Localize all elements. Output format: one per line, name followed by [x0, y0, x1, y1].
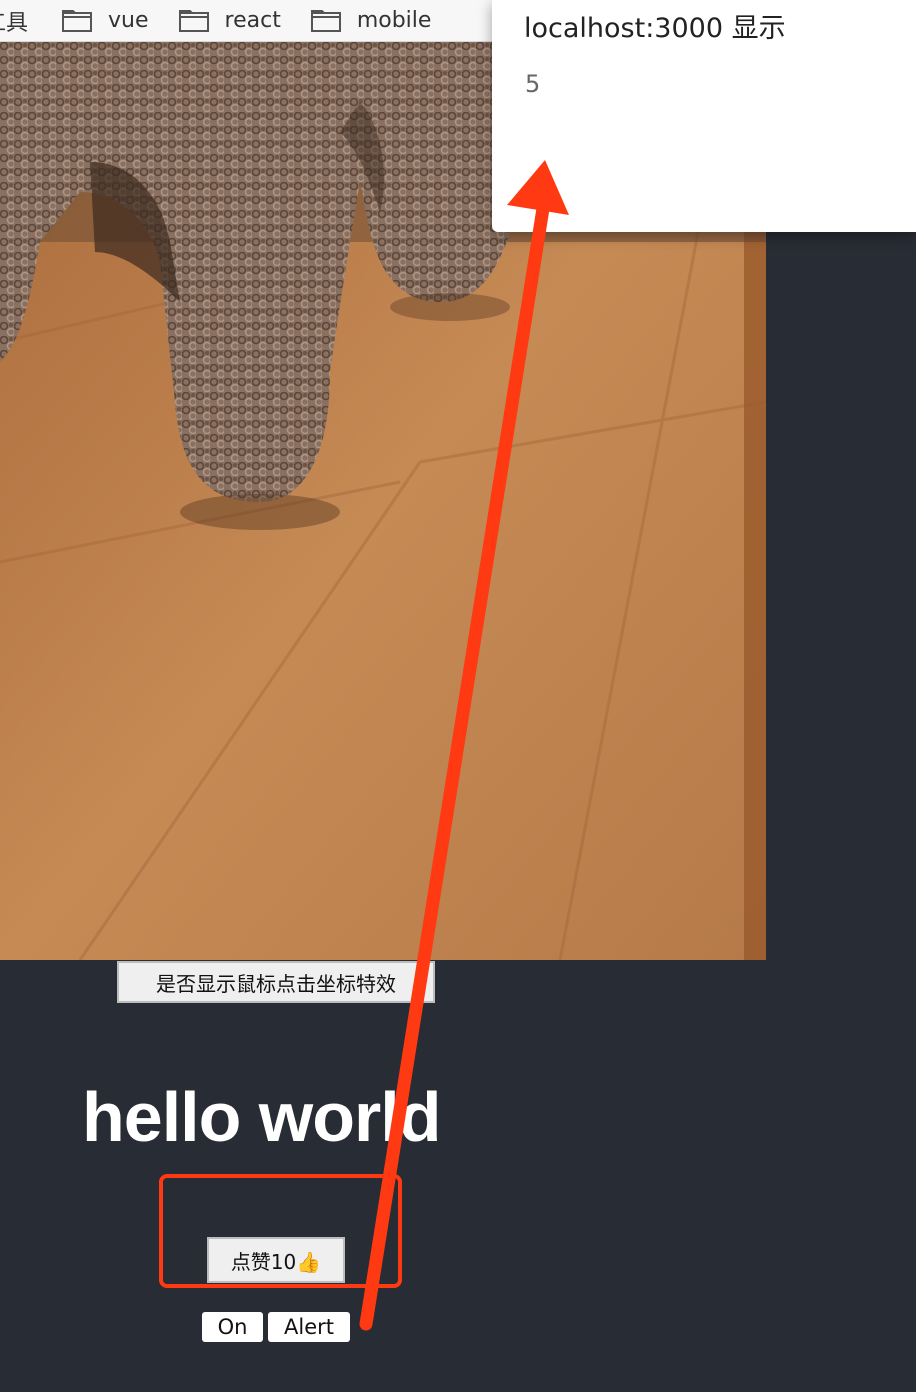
- bookmark-tools[interactable]: 工具: [0, 6, 28, 36]
- bookmark-label: react: [224, 8, 281, 33]
- alert-dialog: localhost:3000 显示 5: [492, 0, 916, 232]
- page-heading: hello world: [82, 1078, 441, 1156]
- on-button-label: On: [217, 1315, 248, 1339]
- alert-button-label: Alert: [284, 1315, 334, 1339]
- bookmark-react[interactable]: react: [178, 6, 281, 36]
- bookmark-label: 工具: [0, 10, 29, 36]
- click-effect-toggle-label: 是否显示鼠标点击坐标特效: [156, 971, 396, 996]
- bookmark-label: mobile: [356, 8, 432, 33]
- folder-icon: [62, 9, 93, 32]
- browser-page: 工具 vue react mobile: [0, 0, 916, 1392]
- bookmark-label: vue: [108, 8, 149, 33]
- click-effect-toggle-button[interactable]: 是否显示鼠标点击坐标特效: [117, 961, 435, 1003]
- bookmark-mobile[interactable]: mobile: [310, 6, 432, 36]
- folder-icon: [178, 9, 209, 32]
- alert-dialog-title: localhost:3000 显示: [524, 13, 786, 44]
- bookmark-vue[interactable]: vue: [62, 6, 149, 36]
- folder-icon: [310, 9, 341, 32]
- like-button-label: 点赞10👍: [230, 1249, 322, 1274]
- like-button[interactable]: 点赞10👍: [207, 1237, 345, 1283]
- alert-button[interactable]: Alert: [268, 1312, 350, 1342]
- alert-dialog-message: 5: [525, 70, 541, 98]
- on-button[interactable]: On: [202, 1312, 263, 1342]
- bookmarks-bar: 工具 vue react mobile: [0, 0, 500, 42]
